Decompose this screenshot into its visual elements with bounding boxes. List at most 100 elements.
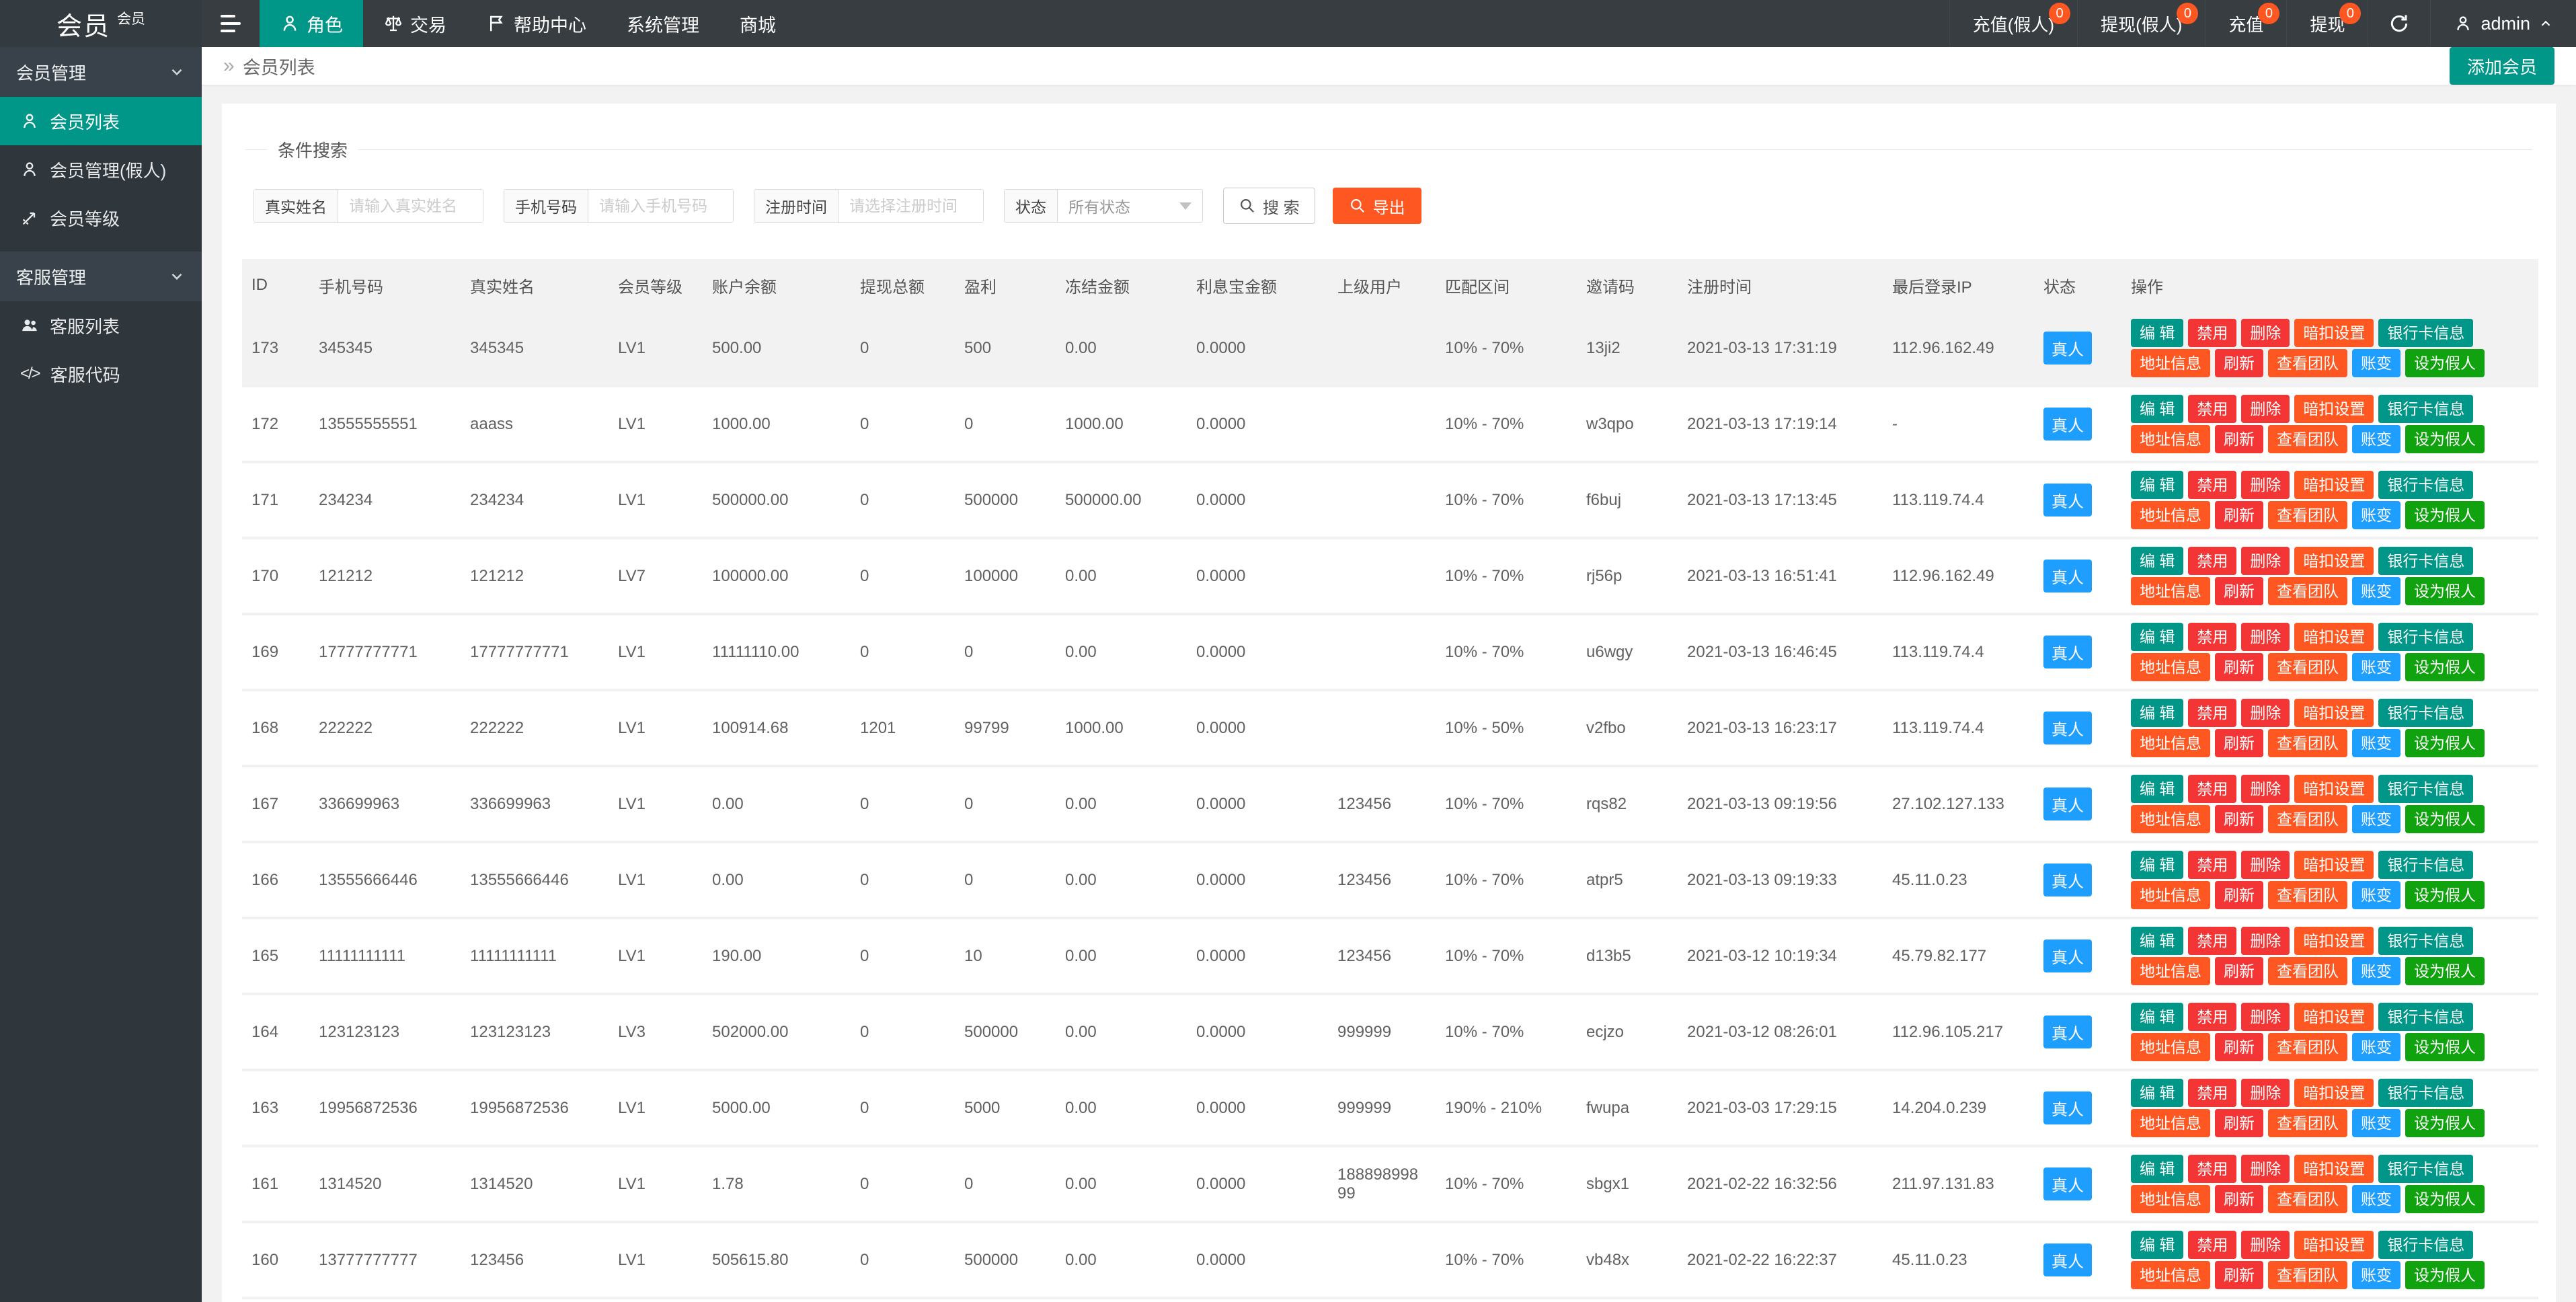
action-hidden-deduct-button[interactable]: 暗扣设置 bbox=[2294, 775, 2374, 803]
action-delete-button[interactable]: 删除 bbox=[2241, 699, 2290, 727]
action-delete-button[interactable]: 删除 bbox=[2241, 547, 2290, 575]
action-edit-button[interactable]: 编 辑 bbox=[2131, 927, 2183, 955]
action-set-fake-button[interactable]: 设为假人 bbox=[2405, 957, 2485, 985]
action-view-team-button[interactable]: 查看团队 bbox=[2268, 1033, 2347, 1061]
nav-tab-mall[interactable]: 商城 bbox=[719, 0, 796, 47]
action-balance-change-button[interactable]: 账变 bbox=[2352, 577, 2401, 605]
action-bank-card-button[interactable]: 银行卡信息 bbox=[2378, 471, 2473, 499]
action-address-button[interactable]: 地址信息 bbox=[2131, 349, 2210, 377]
action-disable-button[interactable]: 禁用 bbox=[2188, 1231, 2236, 1259]
action-set-fake-button[interactable]: 设为假人 bbox=[2405, 1033, 2485, 1061]
sidebar-group-title-service[interactable]: 客服管理 bbox=[0, 252, 202, 301]
recharge-fake-link[interactable]: 充值(假人) 0 bbox=[1949, 0, 2077, 47]
action-set-fake-button[interactable]: 设为假人 bbox=[2405, 805, 2485, 833]
user-menu[interactable]: admin bbox=[2430, 0, 2576, 47]
action-edit-button[interactable]: 编 辑 bbox=[2131, 1155, 2183, 1183]
nav-tab-trade[interactable]: 交易 bbox=[363, 0, 467, 47]
action-disable-button[interactable]: 禁用 bbox=[2188, 851, 2236, 879]
sidebar-group-title-members[interactable]: 会员管理 bbox=[0, 47, 202, 97]
recharge-link[interactable]: 充值 0 bbox=[2205, 0, 2286, 47]
action-bank-card-button[interactable]: 银行卡信息 bbox=[2378, 1231, 2473, 1259]
action-refresh-button[interactable]: 刷新 bbox=[2215, 1109, 2263, 1137]
action-address-button[interactable]: 地址信息 bbox=[2131, 501, 2210, 529]
action-disable-button[interactable]: 禁用 bbox=[2188, 699, 2236, 727]
action-view-team-button[interactable]: 查看团队 bbox=[2268, 881, 2347, 909]
action-edit-button[interactable]: 编 辑 bbox=[2131, 471, 2183, 499]
action-balance-change-button[interactable]: 账变 bbox=[2352, 501, 2401, 529]
action-balance-change-button[interactable]: 账变 bbox=[2352, 1109, 2401, 1137]
action-address-button[interactable]: 地址信息 bbox=[2131, 653, 2210, 681]
action-view-team-button[interactable]: 查看团队 bbox=[2268, 425, 2347, 453]
action-set-fake-button[interactable]: 设为假人 bbox=[2405, 653, 2485, 681]
action-hidden-deduct-button[interactable]: 暗扣设置 bbox=[2294, 927, 2374, 955]
phone-input[interactable] bbox=[588, 190, 733, 222]
action-bank-card-button[interactable]: 银行卡信息 bbox=[2378, 319, 2473, 347]
action-refresh-button[interactable]: 刷新 bbox=[2215, 881, 2263, 909]
action-address-button[interactable]: 地址信息 bbox=[2131, 1261, 2210, 1289]
action-disable-button[interactable]: 禁用 bbox=[2188, 1079, 2236, 1107]
sidebar-item-service-code[interactable]: </> 客服代码 bbox=[0, 350, 202, 398]
action-edit-button[interactable]: 编 辑 bbox=[2131, 699, 2183, 727]
nav-tab-system[interactable]: 系统管理 bbox=[607, 0, 719, 47]
action-hidden-deduct-button[interactable]: 暗扣设置 bbox=[2294, 395, 2374, 423]
action-set-fake-button[interactable]: 设为假人 bbox=[2405, 349, 2485, 377]
action-view-team-button[interactable]: 查看团队 bbox=[2268, 577, 2347, 605]
action-disable-button[interactable]: 禁用 bbox=[2188, 319, 2236, 347]
action-bank-card-button[interactable]: 银行卡信息 bbox=[2378, 395, 2473, 423]
action-delete-button[interactable]: 删除 bbox=[2241, 623, 2290, 651]
action-set-fake-button[interactable]: 设为假人 bbox=[2405, 425, 2485, 453]
action-view-team-button[interactable]: 查看团队 bbox=[2268, 349, 2347, 377]
withdraw-fake-link[interactable]: 提现(假人) 0 bbox=[2077, 0, 2205, 47]
action-disable-button[interactable]: 禁用 bbox=[2188, 1003, 2236, 1031]
action-refresh-button[interactable]: 刷新 bbox=[2215, 349, 2263, 377]
action-view-team-button[interactable]: 查看团队 bbox=[2268, 1109, 2347, 1137]
action-bank-card-button[interactable]: 银行卡信息 bbox=[2378, 1003, 2473, 1031]
action-hidden-deduct-button[interactable]: 暗扣设置 bbox=[2294, 1003, 2374, 1031]
action-hidden-deduct-button[interactable]: 暗扣设置 bbox=[2294, 1231, 2374, 1259]
action-disable-button[interactable]: 禁用 bbox=[2188, 775, 2236, 803]
action-edit-button[interactable]: 编 辑 bbox=[2131, 623, 2183, 651]
action-edit-button[interactable]: 编 辑 bbox=[2131, 395, 2183, 423]
action-balance-change-button[interactable]: 账变 bbox=[2352, 1261, 2401, 1289]
sidebar-item-member-manage-fake[interactable]: 会员管理(假人) bbox=[0, 145, 202, 194]
action-hidden-deduct-button[interactable]: 暗扣设置 bbox=[2294, 547, 2374, 575]
nav-tab-role[interactable]: 角色 bbox=[260, 0, 363, 47]
action-delete-button[interactable]: 删除 bbox=[2241, 395, 2290, 423]
action-bank-card-button[interactable]: 银行卡信息 bbox=[2378, 623, 2473, 651]
sidebar-item-member-level[interactable]: 会员等级 bbox=[0, 194, 202, 242]
action-disable-button[interactable]: 禁用 bbox=[2188, 395, 2236, 423]
action-bank-card-button[interactable]: 银行卡信息 bbox=[2378, 699, 2473, 727]
action-bank-card-button[interactable]: 银行卡信息 bbox=[2378, 1155, 2473, 1183]
status-select[interactable]: 所有状态 bbox=[1058, 190, 1202, 222]
action-hidden-deduct-button[interactable]: 暗扣设置 bbox=[2294, 471, 2374, 499]
action-set-fake-button[interactable]: 设为假人 bbox=[2405, 1185, 2485, 1213]
action-set-fake-button[interactable]: 设为假人 bbox=[2405, 1261, 2485, 1289]
add-member-button[interactable]: 添加会员 bbox=[2450, 47, 2554, 85]
action-edit-button[interactable]: 编 辑 bbox=[2131, 851, 2183, 879]
action-set-fake-button[interactable]: 设为假人 bbox=[2405, 1109, 2485, 1137]
action-view-team-button[interactable]: 查看团队 bbox=[2268, 653, 2347, 681]
menu-toggle-icon[interactable] bbox=[202, 0, 260, 47]
action-balance-change-button[interactable]: 账变 bbox=[2352, 349, 2401, 377]
action-edit-button[interactable]: 编 辑 bbox=[2131, 775, 2183, 803]
action-refresh-button[interactable]: 刷新 bbox=[2215, 577, 2263, 605]
action-hidden-deduct-button[interactable]: 暗扣设置 bbox=[2294, 1079, 2374, 1107]
action-set-fake-button[interactable]: 设为假人 bbox=[2405, 577, 2485, 605]
action-address-button[interactable]: 地址信息 bbox=[2131, 881, 2210, 909]
search-button[interactable]: 搜 索 bbox=[1223, 188, 1315, 224]
nav-tab-help-center[interactable]: 帮助中心 bbox=[467, 0, 607, 47]
action-view-team-button[interactable]: 查看团队 bbox=[2268, 805, 2347, 833]
refresh-button[interactable] bbox=[2368, 0, 2430, 47]
action-address-button[interactable]: 地址信息 bbox=[2131, 425, 2210, 453]
action-delete-button[interactable]: 删除 bbox=[2241, 1003, 2290, 1031]
action-disable-button[interactable]: 禁用 bbox=[2188, 1155, 2236, 1183]
action-balance-change-button[interactable]: 账变 bbox=[2352, 957, 2401, 985]
action-disable-button[interactable]: 禁用 bbox=[2188, 927, 2236, 955]
action-edit-button[interactable]: 编 辑 bbox=[2131, 319, 2183, 347]
action-refresh-button[interactable]: 刷新 bbox=[2215, 1033, 2263, 1061]
action-view-team-button[interactable]: 查看团队 bbox=[2268, 1261, 2347, 1289]
action-refresh-button[interactable]: 刷新 bbox=[2215, 501, 2263, 529]
action-hidden-deduct-button[interactable]: 暗扣设置 bbox=[2294, 319, 2374, 347]
action-hidden-deduct-button[interactable]: 暗扣设置 bbox=[2294, 623, 2374, 651]
action-set-fake-button[interactable]: 设为假人 bbox=[2405, 881, 2485, 909]
